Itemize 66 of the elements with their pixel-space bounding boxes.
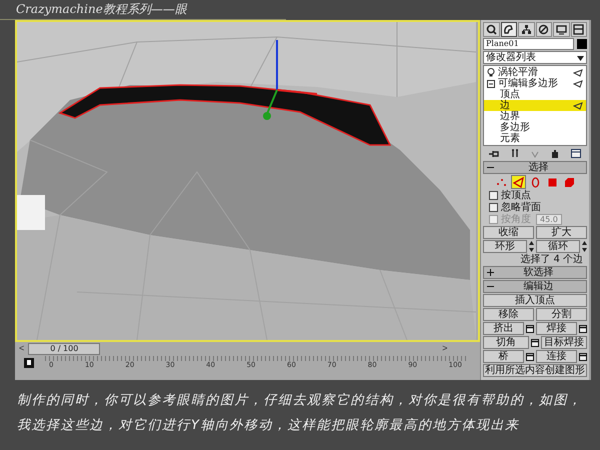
light-bulb-icon[interactable] xyxy=(487,68,495,77)
settings-icon[interactable] xyxy=(531,338,539,346)
stack-subobject-item[interactable]: 多边形 xyxy=(484,122,586,133)
checkbox[interactable] xyxy=(489,203,498,212)
polygon-icon xyxy=(546,176,558,188)
edit-edge-button[interactable]: 挤出 xyxy=(483,322,524,335)
grow-button[interactable]: 扩大 xyxy=(536,226,587,239)
edit-edge-button[interactable]: 连接 xyxy=(536,350,577,363)
rollout-header[interactable]: 选择 xyxy=(483,161,587,174)
edit-edge-button[interactable]: 利用所选内容创建图形 xyxy=(483,364,587,377)
checkbox-label: 按角度 xyxy=(501,214,531,225)
caption-text: 制作的同时，你可以参考眼睛的图片，仔细去观察它的结构，对你是很有帮助的，如图， xyxy=(17,393,584,409)
time-slider[interactable]: 0 / 100 xyxy=(28,342,100,354)
edge-mode-button[interactable] xyxy=(510,175,526,189)
object-name-field[interactable]: Plane01 xyxy=(483,38,574,50)
pin-icon[interactable] xyxy=(489,149,499,158)
loop-button[interactable]: 循环 xyxy=(536,240,580,253)
stack-item[interactable]: 可编辑多边形 xyxy=(484,78,586,89)
checkbox-label: 按顶点 xyxy=(501,190,531,201)
utilities-tab[interactable] xyxy=(570,22,587,37)
stack-subobject-item[interactable]: 顶点 xyxy=(484,89,586,100)
configure-icon[interactable] xyxy=(571,149,581,158)
create-tab[interactable] xyxy=(483,22,500,37)
spinner-arrows-icon[interactable] xyxy=(529,241,534,252)
modifier-list-dropdown[interactable]: 修改器列表 xyxy=(483,51,587,64)
settings-icon[interactable] xyxy=(579,352,587,360)
spinner-arrows-icon[interactable] xyxy=(582,241,587,252)
checkbox[interactable] xyxy=(489,191,498,200)
shrink-button[interactable]: 收缩 xyxy=(483,226,534,239)
hierarchy-tab[interactable] xyxy=(518,22,534,37)
settings-icon[interactable] xyxy=(579,324,587,332)
triangle-icon xyxy=(573,102,583,110)
edit-edge-button[interactable]: 焊接 xyxy=(536,322,577,335)
selection-status-text: 选择了 4 个边 xyxy=(519,254,584,265)
vertex-icon xyxy=(496,176,506,188)
stack-subobject-item[interactable]: 边界 xyxy=(484,111,586,122)
border-icon xyxy=(530,176,540,188)
rollout-header[interactable]: 编辑边 xyxy=(483,280,587,293)
tree-toggle-icon[interactable] xyxy=(487,80,495,88)
object-color-swatch[interactable] xyxy=(577,39,587,49)
check-icon[interactable] xyxy=(531,149,539,158)
tutorial-title: Crazymachine教程系列——眼 xyxy=(0,0,286,20)
checkbox-label: 忽略背面 xyxy=(501,202,541,213)
key-mode-icon[interactable] xyxy=(23,356,35,368)
stack-item[interactable]: 涡轮平滑 xyxy=(484,67,586,78)
stack-subobject-item[interactable]: 边 xyxy=(484,100,586,111)
edit-edge-button[interactable]: 插入顶点 xyxy=(483,294,587,307)
display-tab[interactable] xyxy=(553,22,570,37)
edge-icon xyxy=(512,176,524,188)
ring-button[interactable]: 环形 xyxy=(483,240,527,253)
rollout-header[interactable]: 软选择 xyxy=(483,266,587,279)
motion-tab[interactable] xyxy=(536,22,552,37)
edit-edge-button[interactable]: 桥 xyxy=(483,350,524,363)
settings-icon[interactable] xyxy=(526,352,534,360)
edit-edge-button[interactable]: 分割 xyxy=(536,308,587,321)
stack-subobject-item[interactable]: 元素 xyxy=(484,133,586,144)
edit-edge-button[interactable]: 目标焊接 xyxy=(541,336,587,349)
edit-edge-button[interactable]: 切角 xyxy=(483,336,529,349)
caption-text: 我选择这些边，对它们进行Y轴向外移动，这样能把眼轮廓最高的地方体现出来 xyxy=(17,418,520,434)
next-frame-button[interactable]: > xyxy=(440,343,450,354)
element-icon xyxy=(564,176,574,188)
previous-frame-button[interactable]: < xyxy=(17,343,26,354)
settings-icon[interactable] xyxy=(526,324,534,332)
dropdown-caret-icon xyxy=(577,54,584,62)
edit-edge-button[interactable]: 移除 xyxy=(483,308,534,321)
modify-tab[interactable] xyxy=(500,22,517,37)
